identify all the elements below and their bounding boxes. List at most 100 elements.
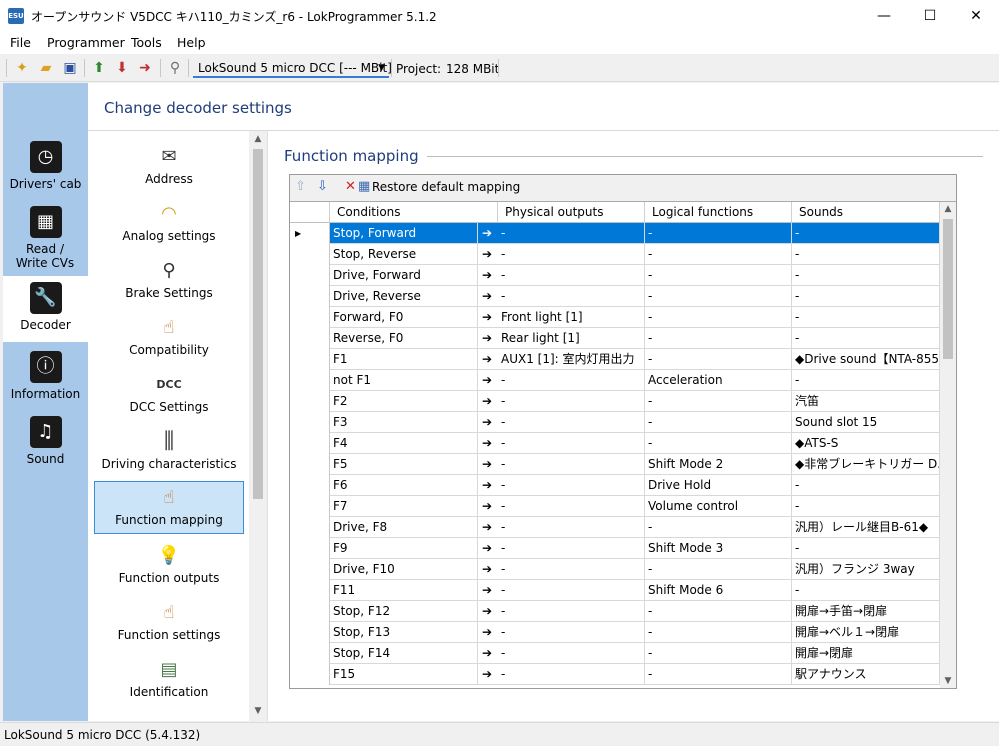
table-row[interactable]: F11- Shift Mode 6- ➔	[290, 580, 940, 601]
table-row[interactable]: not F1- Acceleration - ➔	[290, 370, 940, 391]
maximize-button[interactable]: ☐	[907, 0, 953, 32]
row-header[interactable]	[290, 454, 330, 475]
cell-physical-output[interactable]: -	[498, 412, 645, 433]
nav-sound[interactable]: ♫ Sound	[3, 410, 88, 474]
cell-physical-output[interactable]: AUX1 [1]: 室内灯用出力	[498, 349, 645, 370]
condition-arrow-icon[interactable]: ➔	[479, 370, 495, 390]
cell-logical-function[interactable]: -	[645, 244, 792, 265]
cell-condition[interactable]: F15	[330, 664, 478, 685]
cell-physical-output[interactable]: -	[498, 622, 645, 643]
cell-logical-function[interactable]: Volume control	[645, 496, 792, 517]
condition-arrow-icon[interactable]: ➔	[479, 454, 495, 474]
delete-icon[interactable]: ✕	[345, 179, 356, 194]
scroll-up-icon[interactable]: ▲	[940, 204, 956, 214]
cell-sound[interactable]: 開扉→手笛→閉扉	[792, 601, 940, 622]
table-row[interactable]: Stop, F13- - 開扉→ベル１→閉扉 ➔	[290, 622, 940, 643]
cell-condition[interactable]: F6	[330, 475, 478, 496]
condition-arrow-icon[interactable]: ➔	[479, 307, 495, 327]
cell-physical-output[interactable]: -	[498, 643, 645, 664]
cell-logical-function[interactable]: -	[645, 664, 792, 685]
row-header[interactable]	[290, 370, 330, 391]
column-header-logical-functions[interactable]: Logical functions	[645, 202, 792, 223]
row-header[interactable]	[290, 244, 330, 265]
cell-sound[interactable]: -	[792, 370, 940, 391]
move-down-icon[interactable]: ⇩	[317, 179, 328, 194]
cell-condition[interactable]: Drive, F10	[330, 559, 478, 580]
cell-sound[interactable]: -	[792, 580, 940, 601]
new-file-icon[interactable]: ✦	[13, 59, 31, 77]
cell-logical-function[interactable]: -	[645, 643, 792, 664]
condition-arrow-icon[interactable]: ➔	[479, 328, 495, 348]
scroll-down-icon[interactable]: ▼	[249, 706, 267, 716]
cell-condition[interactable]: Forward, F0	[330, 307, 478, 328]
export-icon[interactable]: ➜	[136, 59, 154, 77]
cell-sound[interactable]: 汎用）フランジ 3way	[792, 559, 940, 580]
cell-sound[interactable]: -	[792, 496, 940, 517]
row-header[interactable]	[290, 496, 330, 517]
cell-physical-output[interactable]: -	[498, 496, 645, 517]
row-header[interactable]	[290, 664, 330, 685]
table-row[interactable]: ▶ Stop, Forward - - - ➔	[290, 223, 940, 244]
settings-item-function-outputs[interactable]: 💡 Function outputs	[94, 540, 244, 594]
condition-arrow-icon[interactable]: ➔	[479, 559, 495, 579]
menu-tools[interactable]: Tools	[131, 35, 162, 50]
row-header[interactable]	[290, 622, 330, 643]
row-header[interactable]	[290, 412, 330, 433]
cell-logical-function[interactable]: -	[645, 286, 792, 307]
condition-arrow-icon[interactable]: ➔	[479, 412, 495, 432]
restore-default-mapping-button[interactable]: Restore default mapping	[372, 180, 520, 194]
cell-physical-output[interactable]: -	[498, 391, 645, 412]
cell-logical-function[interactable]: -	[645, 622, 792, 643]
cell-physical-output[interactable]: Front light [1]	[498, 307, 645, 328]
cell-logical-function[interactable]: Shift Mode 2	[645, 454, 792, 475]
cell-physical-output[interactable]: -	[498, 265, 645, 286]
settings-item-brake[interactable]: ⚲ Brake Settings	[94, 255, 244, 309]
column-header-sounds[interactable]: Sounds	[792, 202, 940, 223]
row-header[interactable]	[290, 559, 330, 580]
cell-physical-output[interactable]: -	[498, 580, 645, 601]
settings-item-driving[interactable]: ⫼ Driving characteristics	[94, 426, 244, 480]
cell-condition[interactable]: Stop, Reverse	[330, 244, 478, 265]
cell-logical-function[interactable]: Shift Mode 6	[645, 580, 792, 601]
table-row[interactable]: F5- Shift Mode 2 ◆非常ブレーキトリガー D... ➔	[290, 454, 940, 475]
row-header[interactable]	[290, 517, 330, 538]
condition-arrow-icon[interactable]: ➔	[479, 643, 495, 663]
table-row[interactable]: F7- Volume control - ➔	[290, 496, 940, 517]
row-header[interactable]	[290, 286, 330, 307]
cell-logical-function[interactable]: -	[645, 517, 792, 538]
condition-arrow-icon[interactable]: ➔	[479, 223, 495, 243]
cell-condition[interactable]: F2	[330, 391, 478, 412]
tool-icon[interactable]: ⚲	[166, 59, 184, 77]
open-folder-icon[interactable]: ▰	[37, 59, 55, 77]
cell-sound[interactable]: -	[792, 244, 940, 265]
table-row[interactable]: F9- Shift Mode 3- ➔	[290, 538, 940, 559]
cell-physical-output[interactable]: -	[498, 454, 645, 475]
settings-item-compatibility[interactable]: ☝ Compatibility	[94, 312, 244, 366]
table-row[interactable]: F6- Drive Hold - ➔	[290, 475, 940, 496]
settings-item-address[interactable]: ✉ Address	[94, 141, 244, 195]
cell-physical-output[interactable]: -	[498, 433, 645, 454]
row-header[interactable]	[290, 307, 330, 328]
condition-arrow-icon[interactable]: ➔	[479, 265, 495, 285]
grid-scrollbar[interactable]: ▲ ▼	[940, 202, 956, 688]
cell-condition[interactable]: Stop, F13	[330, 622, 478, 643]
table-row[interactable]: F1 AUX1 [1]: 室内灯用出力 - ◆Drive sound【NTA-855.…	[290, 349, 940, 370]
cell-condition[interactable]: F4	[330, 433, 478, 454]
settings-item-function-mapping[interactable]: ☝ Function mapping	[94, 481, 244, 534]
condition-arrow-icon[interactable]: ➔	[479, 517, 495, 537]
cell-logical-function[interactable]: -	[645, 601, 792, 622]
settings-item-dcc[interactable]: DCC DCC Settings	[94, 369, 244, 423]
row-header[interactable]	[290, 328, 330, 349]
cell-sound[interactable]: 汎用）レール継目B-61◆	[792, 517, 940, 538]
condition-arrow-icon[interactable]: ➔	[479, 664, 495, 684]
save-icon[interactable]: ▣	[61, 59, 79, 77]
upload-icon[interactable]: ⬆	[90, 59, 108, 77]
cell-logical-function[interactable]: -	[645, 265, 792, 286]
settings-item-analog[interactable]: ◠ Analog settings	[94, 198, 244, 252]
row-header[interactable]	[290, 475, 330, 496]
condition-arrow-icon[interactable]: ➔	[479, 433, 495, 453]
cell-physical-output[interactable]: -	[498, 517, 645, 538]
table-row[interactable]: F3- - Sound slot 15 ➔	[290, 412, 940, 433]
table-row[interactable]: F4- - ◆ATS-S ➔	[290, 433, 940, 454]
table-row[interactable]: F15- - 駅アナウンス ➔	[290, 664, 940, 685]
